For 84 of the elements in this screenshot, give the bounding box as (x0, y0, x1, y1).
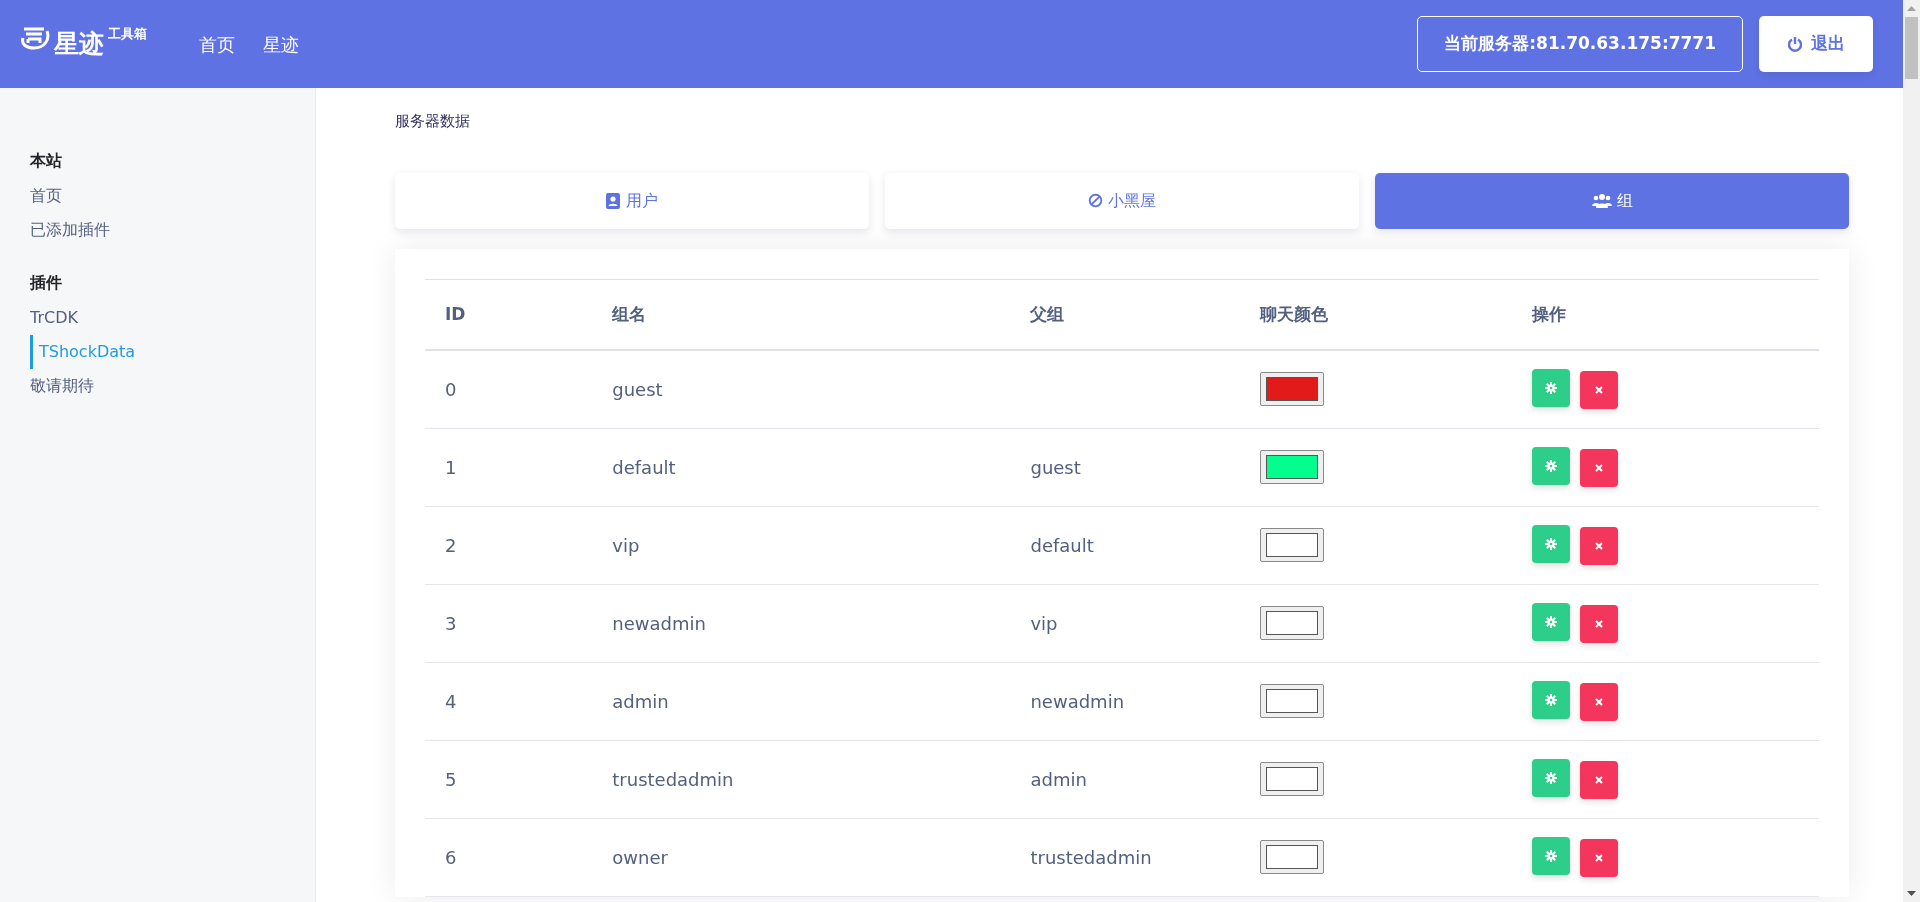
sidebar-heading: 本站 (30, 150, 63, 172)
power-icon (1787, 36, 1803, 52)
gear-icon (1545, 616, 1558, 628)
sidebar-item[interactable]: TShockData (30, 335, 315, 369)
sidebar-item[interactable]: TrCDK (30, 301, 315, 335)
table-cell: 3 (445, 612, 457, 634)
table-cell: admin (1030, 768, 1087, 790)
settings-button[interactable] (1532, 447, 1571, 485)
gear-icon (1545, 538, 1558, 550)
color-picker[interactable] (1260, 606, 1325, 640)
column-header: ID (425, 279, 593, 350)
contact-card-icon (606, 192, 621, 209)
table-cell: default (612, 456, 676, 478)
table-cell: default (1030, 534, 1094, 556)
table-cell: newadmin (1030, 690, 1125, 712)
column-header: 聊天颜色 (1240, 279, 1513, 350)
column-header: 父组 (1010, 279, 1241, 350)
table-cell: admin (612, 690, 669, 712)
delete-button[interactable] (1580, 839, 1619, 877)
color-picker[interactable] (1260, 372, 1325, 407)
tab[interactable]: 用户 (395, 172, 869, 229)
settings-button[interactable] (1532, 681, 1571, 719)
delete-button[interactable] (1580, 605, 1619, 643)
gear-icon (1545, 382, 1558, 395)
color-picker[interactable] (1260, 762, 1325, 796)
table-cell: 5 (445, 768, 457, 790)
column-header: 操作 (1512, 279, 1819, 350)
sidebar-item[interactable]: 已添加插件 (30, 213, 315, 247)
delete-button[interactable] (1580, 449, 1619, 487)
users-icon (1591, 192, 1612, 209)
settings-button[interactable] (1532, 603, 1571, 641)
logout-button[interactable]: 退出 (1759, 16, 1873, 72)
brand-name[interactable]: 星迹 (54, 25, 104, 63)
gear-icon (1545, 694, 1558, 706)
table-cell: newadmin (612, 612, 706, 634)
table-cell: guest (1030, 456, 1081, 478)
table-cell: 4 (445, 690, 457, 712)
close-icon (1595, 698, 1604, 706)
sidebar-item[interactable]: 首页 (30, 179, 315, 213)
close-icon (1595, 776, 1604, 784)
nav-link[interactable]: 星迹 (263, 30, 299, 58)
table-cell: owner (612, 846, 668, 868)
table-cell: trustedadmin (612, 768, 734, 790)
table-cell: vip (1030, 612, 1058, 634)
scrollbar[interactable] (1903, 0, 1920, 902)
settings-button[interactable] (1532, 525, 1571, 563)
brand-subtitle: 工具箱 (108, 27, 147, 41)
table-cell: 6 (445, 846, 457, 868)
gear-icon (1545, 850, 1558, 862)
ban-icon (1088, 193, 1103, 208)
tab[interactable]: 小黑屋 (885, 172, 1359, 229)
table-cell: 2 (445, 534, 457, 556)
color-picker[interactable] (1260, 450, 1325, 484)
settings-button[interactable] (1532, 369, 1571, 408)
delete-button[interactable] (1580, 761, 1619, 799)
close-icon (1595, 464, 1604, 472)
logo-icon (20, 25, 50, 52)
page-title: 服务器数据 (395, 111, 471, 132)
settings-button[interactable] (1532, 837, 1571, 875)
sidebar-heading: 插件 (30, 272, 63, 294)
table-cell: 1 (445, 456, 457, 478)
close-icon (1595, 386, 1604, 395)
table-cell: vip (612, 534, 640, 556)
scrollbar-thumb[interactable] (1905, 17, 1918, 79)
table-cell: 0 (445, 378, 457, 400)
settings-button[interactable] (1532, 759, 1571, 797)
close-icon (1595, 542, 1604, 550)
color-picker[interactable] (1260, 840, 1325, 874)
color-picker[interactable] (1260, 684, 1325, 718)
table-cell: guest (612, 378, 663, 400)
delete-button[interactable] (1580, 371, 1619, 410)
tab[interactable]: 组 (1375, 172, 1849, 229)
sidebar-item[interactable]: 敬请期待 (30, 369, 315, 403)
close-icon (1595, 854, 1604, 862)
column-header: 组名 (592, 279, 1011, 350)
server-address: 当前服务器:81.70.63.175:7771 (1417, 16, 1743, 72)
delete-button[interactable] (1580, 527, 1619, 565)
gear-icon (1545, 460, 1558, 472)
table-cell: trustedadmin (1030, 846, 1152, 868)
color-picker[interactable] (1260, 528, 1325, 562)
delete-button[interactable] (1580, 683, 1619, 721)
close-icon (1595, 620, 1604, 628)
nav-link[interactable]: 首页 (199, 30, 235, 58)
gear-icon (1545, 772, 1558, 784)
